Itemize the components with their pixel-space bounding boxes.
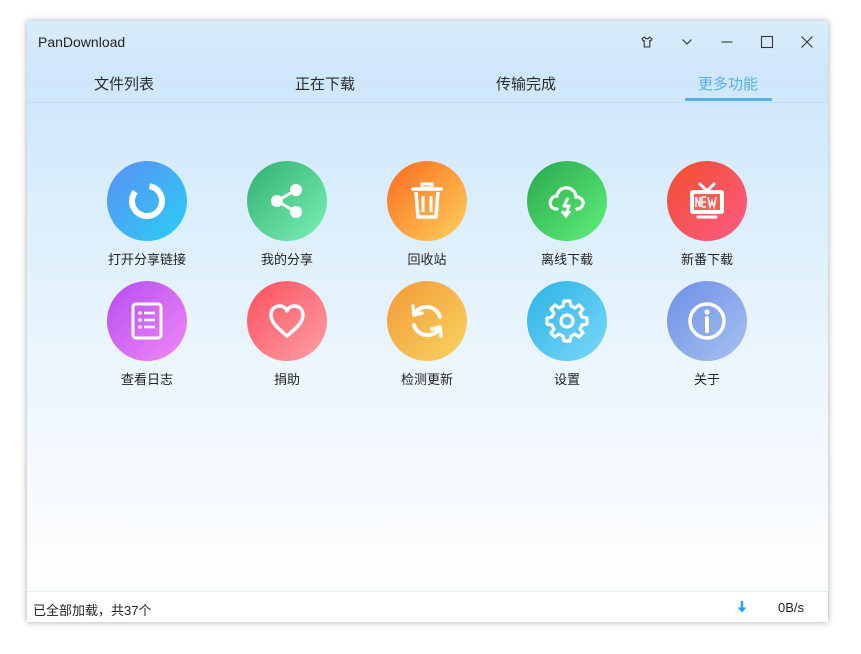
active-tab-indicator	[685, 98, 772, 101]
minimize-icon	[721, 41, 733, 43]
tv-icon	[690, 182, 724, 219]
feature-label: 新番下载	[680, 252, 733, 267]
feature-recycle-bin-circle	[387, 161, 467, 241]
minimize-button[interactable]	[716, 31, 738, 53]
chevron-down-icon	[682, 39, 692, 45]
feature-label: 设置	[553, 372, 580, 387]
feature-check-update[interactable]: 检测更新	[367, 281, 487, 388]
status-text: 已全部加载，共37个	[33, 603, 152, 618]
share-icon	[271, 184, 302, 218]
feature-recycle-bin[interactable]: 回收站	[367, 161, 487, 268]
feature-open-share-link-circle	[107, 161, 187, 241]
app-window: PanDownload 文件列表 正在下载 传输完成 更多功能 打开分享链接 我…	[27, 21, 828, 622]
feature-about-circle	[667, 281, 747, 361]
feature-my-shares-circle	[247, 161, 327, 241]
feature-label: 捐助	[273, 372, 300, 387]
info-icon	[688, 302, 726, 340]
download-arrow-icon	[737, 601, 747, 613]
maximize-button[interactable]	[756, 31, 778, 53]
cloud-download-icon	[548, 186, 585, 219]
tab-bar: 文件列表 正在下载 传输完成 更多功能	[27, 61, 828, 103]
refresh-icon	[411, 304, 443, 338]
feature-label: 我的分享	[260, 252, 313, 267]
feature-open-share-link[interactable]: 打开分享链接	[87, 161, 207, 268]
close-button[interactable]	[796, 31, 818, 53]
close-icon	[801, 36, 813, 48]
menu-dropdown-button[interactable]	[676, 31, 698, 53]
tab-downloading[interactable]: 正在下载	[265, 73, 385, 94]
feature-view-log-circle	[107, 281, 187, 361]
feature-donate-circle	[247, 281, 327, 361]
feature-anime-download[interactable]: 新番下载	[647, 161, 767, 268]
trash-icon	[411, 182, 443, 219]
gear-icon	[545, 299, 589, 343]
shirt-icon	[641, 36, 653, 48]
feature-my-shares[interactable]: 我的分享	[227, 161, 347, 268]
tab-completed[interactable]: 传输完成	[466, 73, 586, 94]
feature-label: 关于	[693, 372, 720, 387]
heart-icon	[269, 304, 305, 338]
feature-label: 查看日志	[120, 372, 173, 387]
feature-view-log[interactable]: 查看日志	[87, 281, 207, 388]
list-icon	[131, 302, 163, 340]
feature-check-update-circle	[387, 281, 467, 361]
skin-button[interactable]	[636, 31, 658, 53]
feature-donate[interactable]: 捐助	[227, 281, 347, 388]
status-bar: 已全部加载，共37个 0B/s	[27, 591, 828, 622]
ring-icon	[129, 183, 165, 219]
feature-settings-circle	[527, 281, 607, 361]
app-title: PanDownload	[38, 34, 126, 50]
feature-offline-download-circle	[527, 161, 607, 241]
feature-anime-download-circle	[667, 161, 747, 241]
feature-label: 回收站	[407, 252, 447, 267]
tab-more-features[interactable]: 更多功能	[668, 73, 788, 94]
feature-label: 打开分享链接	[107, 252, 186, 267]
download-speed: 0B/s	[777, 600, 804, 615]
feature-label: 检测更新	[400, 372, 453, 387]
feature-offline-download[interactable]: 离线下载	[507, 161, 627, 268]
feature-settings[interactable]: 设置	[507, 281, 627, 388]
title-bar[interactable]: PanDownload	[27, 21, 828, 61]
maximize-icon	[760, 35, 774, 49]
feature-label: 离线下载	[540, 252, 593, 267]
tab-file-list[interactable]: 文件列表	[64, 73, 184, 94]
feature-about[interactable]: 关于	[647, 281, 767, 388]
